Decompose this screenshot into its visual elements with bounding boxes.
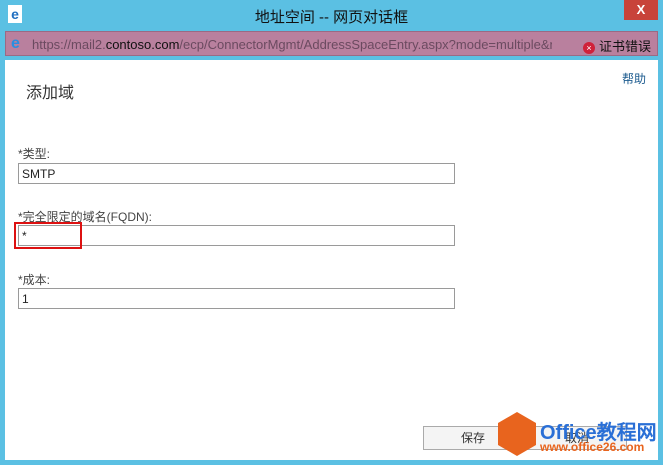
url-domain: contoso.com [105, 37, 180, 52]
url-path: /ecp/ConnectorMgmt/AddressSpaceEntry.asp… [179, 37, 552, 52]
window-title: 地址空间 -- 网页对话框 [254, 9, 409, 26]
url-prefix: https://mail2. [32, 37, 106, 52]
cost-input[interactable]: 1 [18, 288, 455, 309]
help-link[interactable]: 帮助 [622, 70, 646, 87]
error-icon: × [582, 42, 595, 54]
watermark: Office教程网 www.office26.com [498, 408, 658, 460]
type-label: *类型: [18, 147, 51, 161]
cost-label: *成本: [18, 273, 51, 287]
ie-page-icon: e [11, 35, 20, 52]
title-bar: e 地址空间 -- 网页对话框 X [0, 0, 663, 30]
url-text[interactable]: https://mail2.contoso.com/ecp/ConnectorM… [32, 37, 552, 52]
watermark-site: www.office26.com [540, 440, 645, 454]
page-title: 添加域 [26, 85, 75, 102]
highlight-box [14, 222, 82, 249]
address-bar[interactable]: e https://mail2.contoso.com/ecp/Connecto… [5, 31, 658, 56]
cert-error-label: 证书错误 [598, 39, 651, 54]
type-input[interactable]: SMTP [18, 163, 455, 184]
fqdn-input[interactable]: * [18, 225, 455, 246]
dialog-content: 帮助 添加域 *类型: SMTP *完全限定的域名(FQDN): * *成本: … [5, 60, 658, 460]
close-button[interactable]: X [624, 0, 658, 20]
cert-error[interactable]: × 证书错误 [582, 36, 651, 55]
office-logo-icon [498, 412, 536, 456]
